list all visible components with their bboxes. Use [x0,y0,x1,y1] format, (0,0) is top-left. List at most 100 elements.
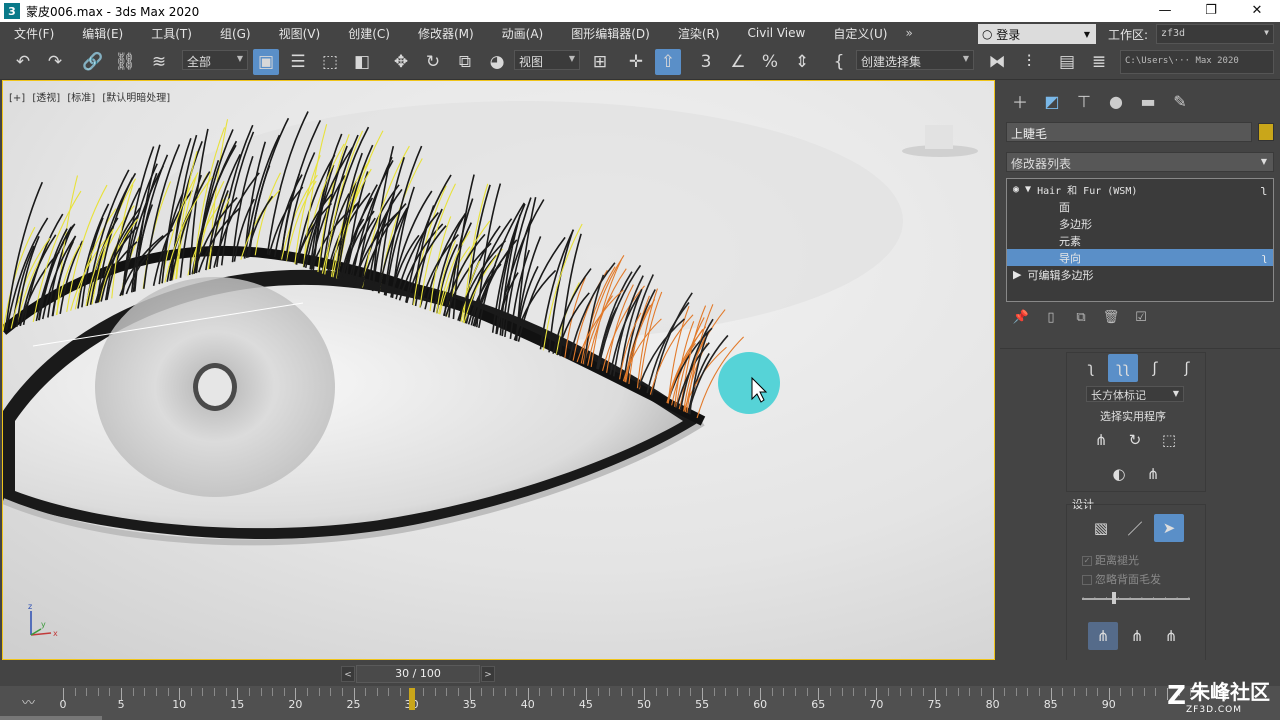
stack-sub-item-face[interactable]: 面 [1007,198,1273,215]
menu-modifiers[interactable]: 修改器(M) [404,25,488,42]
keyboard-shortcut-override-icon[interactable]: ⇧ [655,49,681,75]
create-tab-icon[interactable]: ＋ [1004,86,1036,116]
menu-tools[interactable]: 工具(T) [137,25,206,42]
align-icon[interactable]: ⫶ [1016,49,1042,75]
snaps-toggle-icon[interactable]: 3 [693,49,719,75]
viewport-pov[interactable]: [透视] [32,93,60,104]
guides-vertex-icon[interactable]: ʃ [1172,354,1202,382]
reference-coord-dropdown[interactable]: 视图 ▼ [514,50,580,70]
edit-named-selection-icon[interactable]: { [826,49,852,75]
pin-stack-icon[interactable]: 📌 [1006,310,1036,332]
hierarchy-tab-icon[interactable]: ⊤ [1068,86,1100,116]
menu-customize[interactable]: 自定义(U) [819,25,901,42]
select-manipulate-icon[interactable]: ✛ [623,49,649,75]
selection-filter-dropdown[interactable]: 全部 ▼ [182,50,248,70]
login-dropdown[interactable]: ○ 登录 ▼ [978,24,1096,44]
menu-group[interactable]: 组(G) [206,25,265,42]
stack-sub-item-guides[interactable]: 导向 ʅ [1007,249,1273,266]
expand-triangle-icon[interactable]: ▶ [1013,268,1021,281]
scene-explorer-icon[interactable]: ▤ [1054,49,1080,75]
next-frame-button[interactable]: > [481,666,495,682]
modifier-list-dropdown[interactable]: 修改器列表 ▼ [1006,152,1274,172]
remove-modifier-icon[interactable]: 🗑 [1096,310,1126,332]
menu-file[interactable]: 文件(F) [0,25,68,42]
spinner-snap-icon[interactable]: ⇕ [789,49,815,75]
stack-sub-item-element[interactable]: 元素 [1007,232,1273,249]
percent-snap-icon[interactable]: % [757,49,783,75]
guides-root-icon[interactable]: ʃ [1140,354,1170,382]
link-icon[interactable]: 🔗 [80,49,106,75]
prev-frame-button[interactable]: < [341,666,355,682]
ignore-back-hair-option[interactable]: 忽略背面毛发 [1082,571,1161,587]
menu-rendering[interactable]: 渲染(R) [664,25,734,42]
rotate-selection-icon[interactable]: ⬚ [1154,426,1184,454]
named-selection-dropdown[interactable]: 创建选择集 ▼ [856,50,974,70]
viewport-menu-plus[interactable]: [+] [9,93,25,104]
comb-icon[interactable]: ⋔ [1088,622,1118,650]
window-crossing-icon[interactable]: ◧ [349,49,375,75]
show-end-result-icon[interactable]: ▯ [1036,310,1066,332]
scale-icon[interactable]: ⧉ [452,49,478,75]
command-panel-scrollbar[interactable] [1272,354,1278,654]
menu-animation[interactable]: 动画(A) [488,25,558,42]
distance-fade-option[interactable]: ✓ 距离褪光 [1082,552,1139,568]
clump-icon[interactable]: ⋔ [1122,622,1152,650]
menu-graph-editors[interactable]: 图形编辑器(D) [557,25,664,42]
selection-type-dropdown[interactable]: 长方体标记 ▼ [1086,386,1184,402]
display-tab-icon[interactable]: ▬ [1132,86,1164,116]
stack-sub-item-polygon[interactable]: 多边形 [1007,215,1273,232]
time-slider[interactable]: 30 / 100 [356,665,480,683]
angle-snap-icon[interactable]: ∠ [725,49,751,75]
make-unique-icon[interactable]: ⧉ [1066,310,1096,332]
maximize-button[interactable]: ❐ [1188,0,1234,22]
unlink-icon[interactable]: ⛓ [112,49,138,75]
viewport-shading[interactable]: [默认明暗处理] [102,93,170,104]
utilities-tab-icon[interactable]: ✎ [1164,86,1196,116]
menu-create[interactable]: 创建(C) [334,25,404,42]
perspective-viewport[interactable]: [+] [透视] [标准] [默认明暗处理] z y x [2,80,995,660]
select-tool-icon[interactable]: ➤ [1154,514,1184,542]
select-object-icon[interactable]: ▣ [253,49,279,75]
viewport-standard[interactable]: [标准] [67,93,95,104]
pivot-center-icon[interactable]: ⊞ [587,49,613,75]
menu-civil-view[interactable]: Civil View [734,26,820,40]
hide-selected-icon[interactable]: ⋔ [1138,460,1168,488]
menu-views[interactable]: 视图(V) [265,25,335,42]
configure-modifier-sets-icon[interactable]: ☑ [1126,310,1156,332]
object-color-swatch[interactable] [1258,123,1274,141]
stack-item-editable-poly[interactable]: ▶ 可编辑多边形 [1007,266,1273,283]
modify-tab-icon[interactable]: ◩ [1036,86,1068,116]
current-frame-marker[interactable] [408,688,415,710]
workspace-dropdown[interactable]: zf3d ▼ [1156,24,1274,44]
mirror-icon[interactable]: ⧓ [984,49,1010,75]
invert-selection-icon[interactable]: ↻ [1120,426,1150,454]
curve-editor-icon[interactable]: 〰 [22,692,35,711]
brush-size-slider-thumb[interactable] [1112,592,1117,604]
menu-edit[interactable]: 编辑(E) [68,25,137,42]
guides-select-active-icon[interactable]: ʅʅ [1108,354,1138,382]
redo-icon[interactable]: ↷ [42,49,68,75]
close-button[interactable]: ✕ [1234,0,1280,22]
expand-selection-icon[interactable]: ◐ [1104,460,1134,488]
eye-visibility-icon[interactable]: ◉ [1013,184,1019,195]
motion-tab-icon[interactable]: ● [1100,86,1132,116]
undo-icon[interactable]: ↶ [10,49,36,75]
object-name-field[interactable]: 上睫毛 [1006,122,1252,142]
ignore-back-hair-checkbox[interactable] [1082,575,1092,585]
bind-spacewarp-icon[interactable]: ≋ [146,49,172,75]
hair-brush-icon[interactable]: ▧ [1086,514,1116,542]
minimize-button[interactable]: — [1142,0,1188,22]
distance-fade-checkbox[interactable]: ✓ [1082,556,1092,566]
hair-cut-icon[interactable]: ／ [1120,514,1150,542]
expand-triangle-icon[interactable]: ▼ [1025,184,1031,195]
stack-item-hair-fur[interactable]: ◉ ▼ Hair 和 Fur (WSM) ʅ [1007,181,1273,198]
select-by-name-icon[interactable]: ☰ [285,49,311,75]
move-icon[interactable]: ✥ [388,49,414,75]
guides-select-icon[interactable]: ʅ [1076,354,1106,382]
select-all-hair-icon[interactable]: ⋔ [1086,426,1116,454]
place-icon[interactable]: ◕ [484,49,510,75]
menu-overflow-icon[interactable]: » [901,26,916,40]
rotate-icon[interactable]: ↻ [420,49,446,75]
project-path-field[interactable]: C:\Users\··· Max 2020 [1120,50,1274,74]
layer-explorer-icon[interactable]: ≣ [1086,49,1112,75]
